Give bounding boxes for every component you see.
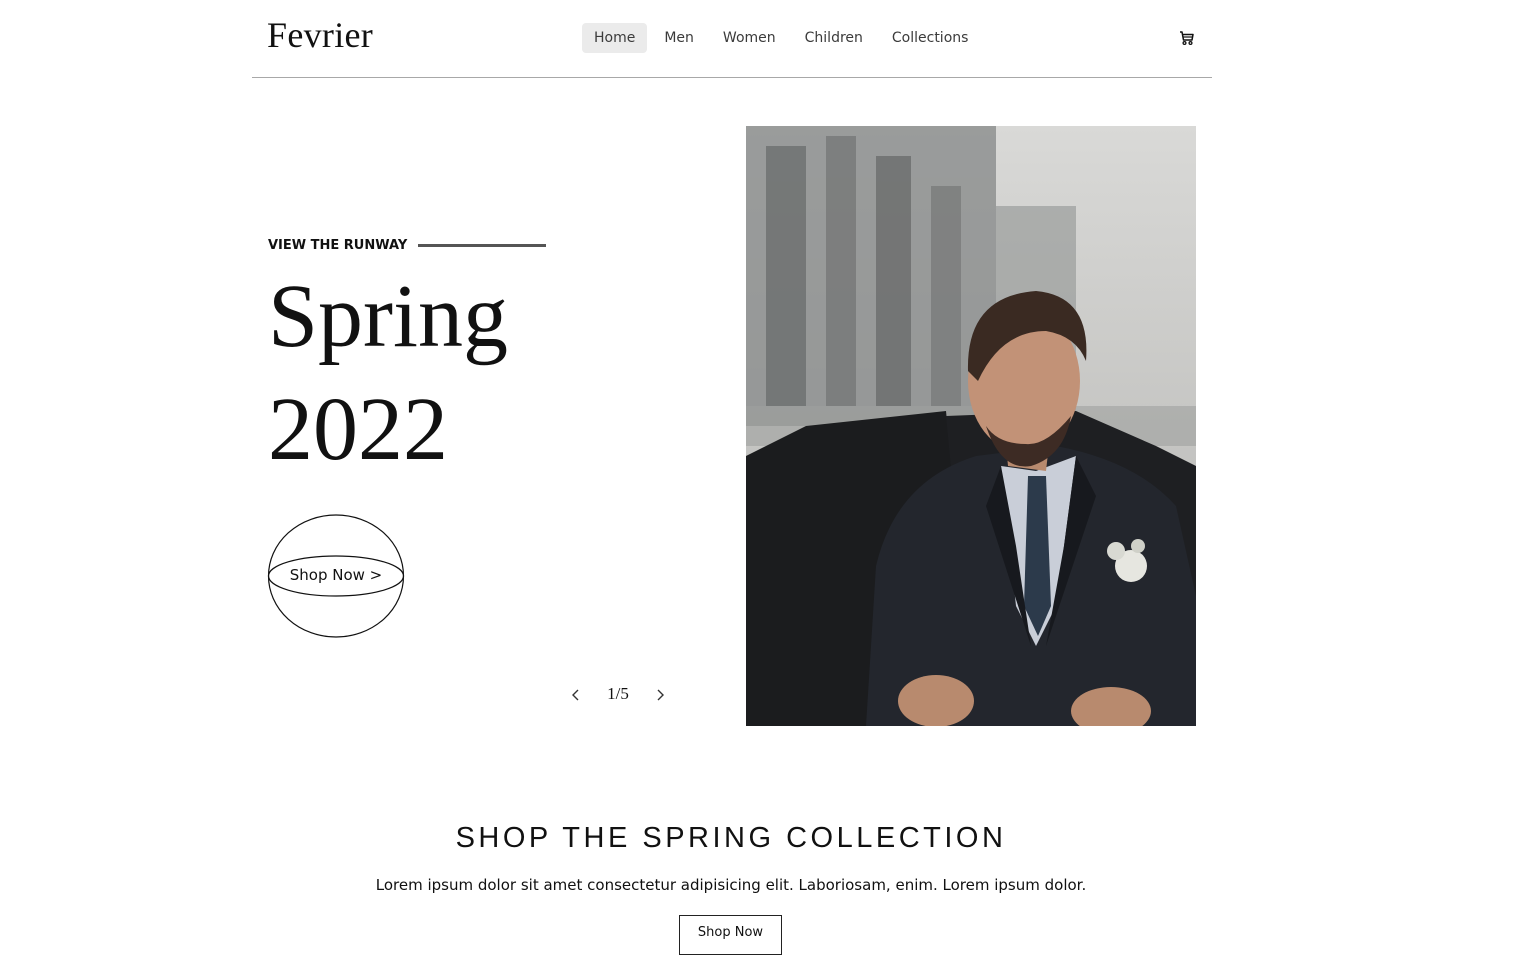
site-header: Fevrier Home Men Women Children Collecti… — [252, 0, 1212, 78]
hero-title-line-1: Spring — [268, 267, 509, 366]
nav-item-women[interactable]: Women — [711, 23, 788, 53]
hero-title-line-2: 2022 — [268, 380, 448, 479]
section-title: SHOP THE SPRING COLLECTION — [455, 822, 1007, 854]
eyebrow-divider — [418, 244, 546, 247]
hero-photo-illustration — [746, 126, 1196, 726]
shop-now-circle-button[interactable] — [267, 514, 405, 638]
chevron-right-icon[interactable] — [652, 687, 668, 703]
section-description: Lorem ipsum dolor sit amet consectetur a… — [375, 876, 1087, 894]
site-logo[interactable]: Fevrier — [267, 14, 373, 56]
hero-eyebrow: VIEW THE RUNWAY — [268, 238, 408, 253]
slide-counter: 1/5 — [607, 684, 629, 703]
nav-item-men[interactable]: Men — [652, 23, 706, 53]
slide-pager: 1/5 — [566, 684, 670, 706]
hero-title: Spring 2022 — [268, 260, 688, 486]
cart-icon[interactable] — [1178, 29, 1195, 46]
nav-item-collections[interactable]: Collections — [880, 23, 981, 53]
nav-item-home[interactable]: Home — [582, 23, 648, 53]
chevron-left-icon[interactable] — [568, 687, 584, 703]
nav-item-children[interactable]: Children — [793, 23, 875, 53]
hero-image — [746, 126, 1196, 726]
shop-now-button[interactable]: Shop Now — [679, 915, 782, 955]
main-nav: Home Men Women Children Collections — [582, 23, 985, 53]
